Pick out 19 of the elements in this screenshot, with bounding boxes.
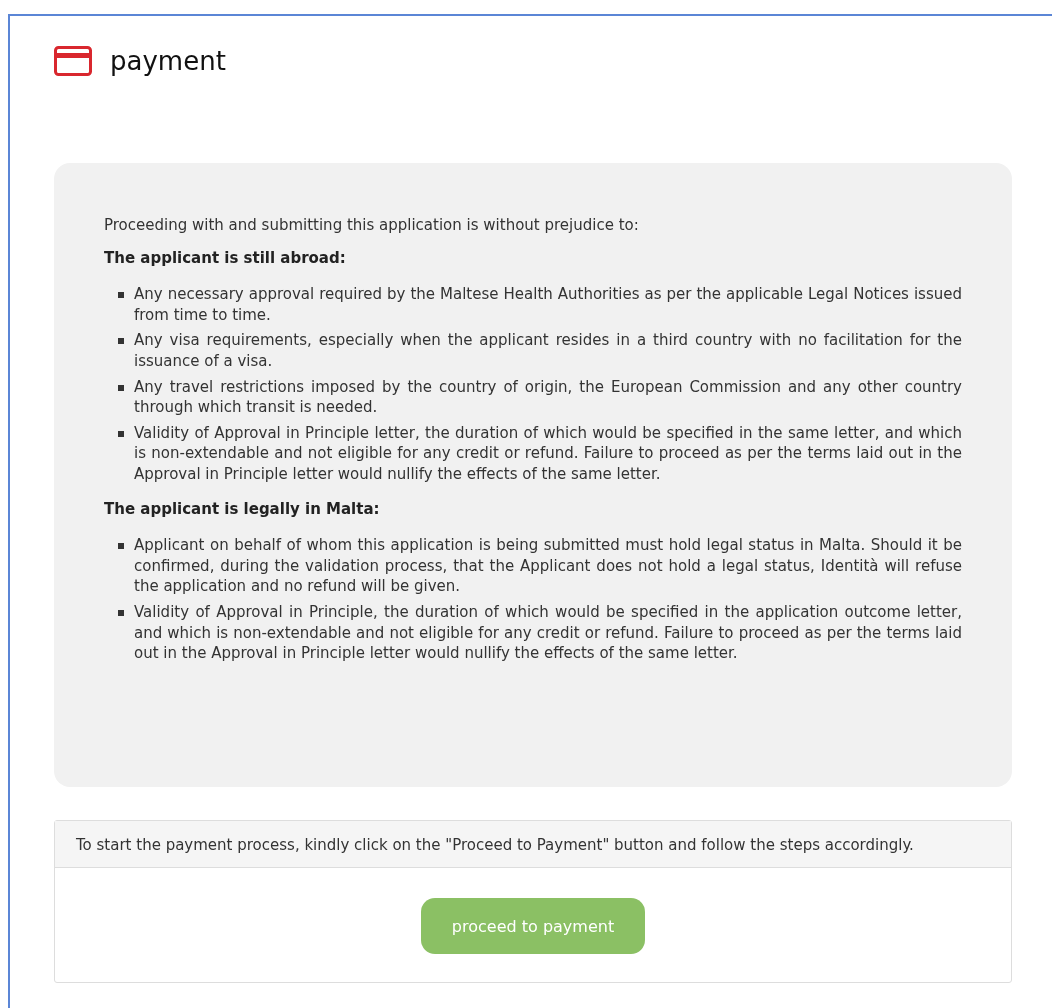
credit-card-icon — [54, 46, 92, 76]
section-heading: The applicant is legally in Malta: — [104, 498, 381, 520]
bullet-icon — [118, 338, 124, 345]
list-item-text: Validity of Approval in Principle letter, the duration of which would be specified in the same letter, and which is non-extendable and not eligible for any credit or refund. Failure to proceed as per the terms laid out in the Approval in Principle letter would nullify the effects of the same letter. — [134, 422, 962, 485]
list-item-text: Any necessary approval required by the Maltese Health Authorities as per the applicable Legal Notices issued from time to time. — [134, 284, 962, 326]
instruction-text: To start the payment process, kindly click on the "Proceed to Payment" button and follow the steps accordingly. — [55, 821, 1011, 868]
section-heading: The applicant is still abroad: — [104, 247, 347, 269]
intro-text: Proceeding with and submitting this application is without prejudice to: — [104, 215, 640, 236]
list-item-text: Any travel restrictions imposed by the country of origin, the European Commission and any other country through which transit is needed. — [134, 376, 962, 418]
bullet-icon — [118, 384, 124, 391]
bullet-icon — [118, 292, 124, 299]
bullet-icon — [118, 543, 124, 550]
list-item-text: Any visa requirements, especially when the applicant resides in a third country with no facilitation for the issuance of a visa. — [134, 330, 962, 372]
page-title: payment — [110, 46, 226, 76]
list-item-text: Validity of Approval in Principle, the duration of which would be specified in the application outcome letter, and which is non-extendable and not eligible for any credit or refund. Failure to proceed as per the terms laid out in the Approval in Principle letter would nullify the effects of the same letter. — [134, 601, 962, 664]
list-item-text: Applicant on behalf of whom this application is being submitted must hold legal status in Malta. Should it be confirmed, during the validation process, that the Applicant does not hold a legal status, Identità will refuse the application and no refund will be given. — [134, 535, 962, 597]
proceed-button[interactable]: proceed to payment — [421, 898, 645, 954]
bullet-icon — [118, 430, 124, 437]
bullet-icon — [118, 609, 124, 616]
